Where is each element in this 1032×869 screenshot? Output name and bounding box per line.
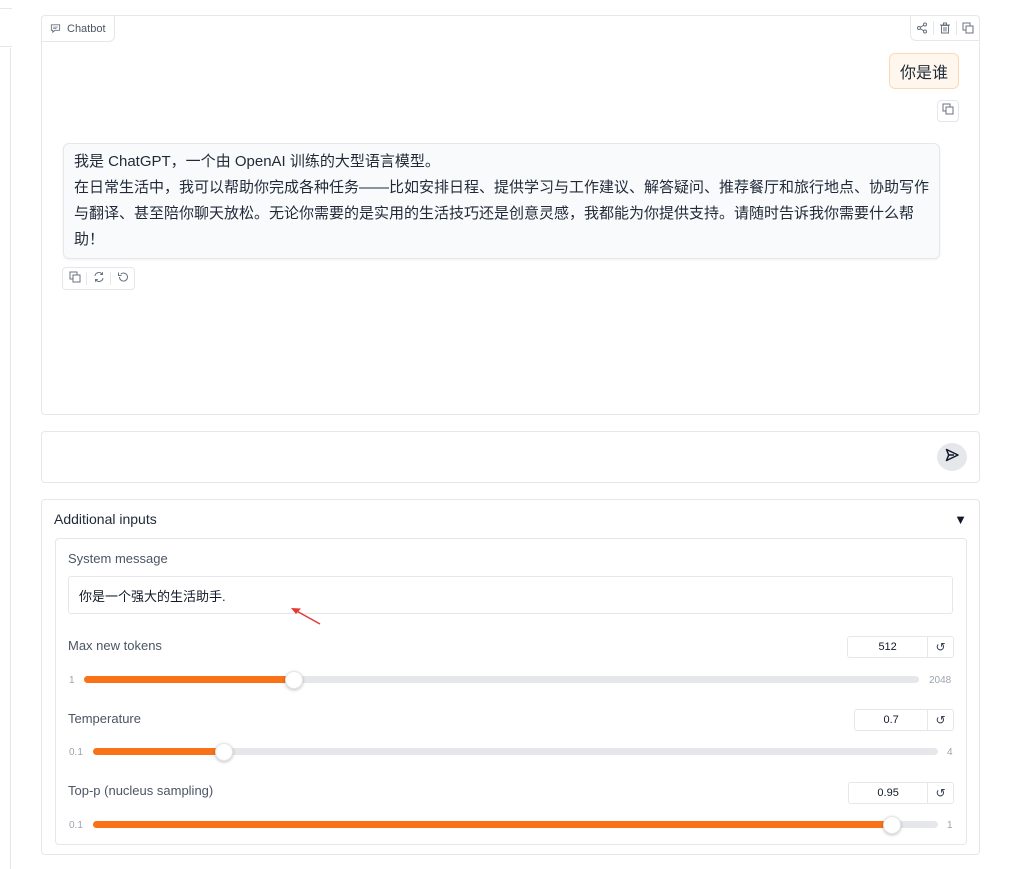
copy-icon bbox=[942, 102, 954, 120]
chat-icon bbox=[50, 23, 61, 34]
undo-icon bbox=[117, 270, 129, 288]
retry-button[interactable] bbox=[87, 268, 110, 289]
left-edge bbox=[0, 0, 12, 869]
chatbot-label-text: Chatbot bbox=[67, 22, 106, 35]
max-new-tokens-max: 2048 bbox=[929, 675, 952, 686]
temperature-max: 4 bbox=[947, 747, 953, 758]
additional-inputs-panel: Additional inputs ▼ System message 你是一个强… bbox=[41, 499, 980, 855]
slider-thumb[interactable] bbox=[215, 743, 234, 761]
temperature-value[interactable]: 0.7 bbox=[855, 710, 929, 730]
additional-inputs-header[interactable]: Additional inputs bbox=[54, 511, 157, 527]
chatbot-panel: Chatbot 你是谁 我是 ChatGPT，一个由 OpenAI 训练的大型语… bbox=[41, 15, 980, 415]
top-p-label: Top-p (nucleus sampling) bbox=[68, 783, 214, 798]
reset-icon[interactable]: ↺ bbox=[928, 637, 953, 657]
user-message-text: 你是谁 bbox=[899, 65, 948, 82]
chatbot-header-actions bbox=[910, 16, 979, 41]
bot-message-line: 在日常生活中，我可以帮助你完成各种任务——比如安排日程、提供学习与工作建议、解答… bbox=[74, 179, 930, 248]
slider-thumb[interactable] bbox=[284, 671, 303, 689]
annotation-arrow-icon bbox=[291, 608, 321, 625]
message-input[interactable] bbox=[52, 442, 926, 474]
temperature-min: 0.1 bbox=[69, 747, 83, 758]
bot-message-actions bbox=[62, 267, 135, 290]
temperature-slider[interactable] bbox=[93, 743, 938, 761]
chatbot-label: Chatbot bbox=[42, 16, 115, 42]
reset-icon[interactable]: ↺ bbox=[928, 783, 953, 803]
share-icon[interactable] bbox=[911, 16, 933, 40]
additional-inputs-body: System message 你是一个强大的生活助手. Max new toke… bbox=[55, 538, 967, 845]
user-message-copy-button[interactable] bbox=[937, 100, 959, 122]
top-p-min: 0.1 bbox=[69, 820, 83, 831]
system-message-label: System message bbox=[68, 551, 168, 566]
temperature-number: 0.7 ↺ bbox=[854, 709, 954, 731]
copy-button[interactable] bbox=[63, 268, 86, 289]
top-p-number: 0.95 ↺ bbox=[848, 782, 954, 804]
max-new-tokens-number: 512 ↺ bbox=[847, 636, 954, 658]
trash-icon[interactable] bbox=[934, 16, 956, 40]
top-p-max: 1 bbox=[947, 820, 953, 831]
undo-button[interactable] bbox=[111, 268, 134, 289]
max-new-tokens-min: 1 bbox=[69, 675, 75, 686]
system-message-input[interactable]: 你是一个强大的生活助手. bbox=[68, 576, 953, 614]
max-new-tokens-label: Max new tokens bbox=[68, 638, 162, 653]
retry-icon bbox=[93, 270, 105, 288]
temperature-label: Temperature bbox=[68, 711, 141, 726]
copy-icon[interactable] bbox=[957, 16, 979, 40]
slider-fill bbox=[93, 748, 224, 755]
slider-thumb[interactable] bbox=[882, 816, 901, 834]
bot-message-line: 我是 ChatGPT，一个由 OpenAI 训练的大型语言模型。 bbox=[74, 153, 440, 170]
copy-icon bbox=[69, 270, 81, 288]
slider-fill bbox=[84, 676, 293, 683]
bot-message-bubble: 我是 ChatGPT，一个由 OpenAI 训练的大型语言模型。 在日常生活中，… bbox=[63, 143, 940, 259]
send-icon bbox=[944, 447, 960, 468]
slider-fill bbox=[93, 821, 891, 828]
max-new-tokens-slider[interactable] bbox=[84, 671, 919, 689]
top-p-slider[interactable] bbox=[93, 816, 938, 834]
max-new-tokens-value[interactable]: 512 bbox=[848, 637, 929, 657]
user-message-bubble: 你是谁 bbox=[888, 53, 959, 89]
system-message-value: 你是一个强大的生活助手. bbox=[79, 588, 226, 604]
collapse-toggle-icon[interactable]: ▼ bbox=[954, 512, 967, 527]
reset-icon[interactable]: ↺ bbox=[928, 710, 953, 730]
send-button[interactable] bbox=[937, 443, 967, 471]
top-p-value[interactable]: 0.95 bbox=[849, 783, 929, 803]
message-input-panel bbox=[41, 431, 980, 483]
